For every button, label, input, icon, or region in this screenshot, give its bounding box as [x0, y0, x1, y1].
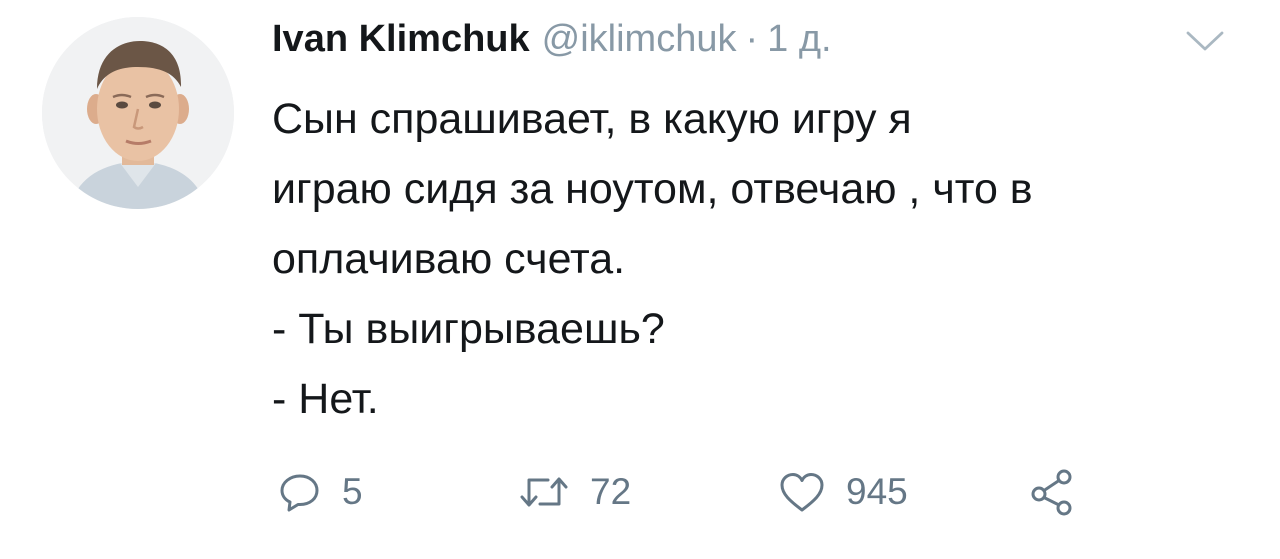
heart-icon: [780, 473, 824, 512]
tweet-text: Сын спрашивает, в какую игру я играю сид…: [272, 84, 1252, 434]
action-bar: 5 72 945: [272, 462, 1092, 522]
share-button[interactable]: [1028, 462, 1076, 522]
share-icon: [1031, 469, 1072, 516]
retweet-count: 72: [590, 471, 632, 512]
like-count: 945: [846, 471, 908, 512]
tweet-text-line: Сын спрашивает, в какую игру я: [272, 95, 912, 143]
retweet-icon: [520, 477, 568, 507]
like-button[interactable]: 945: [778, 462, 908, 522]
header-separator: ·: [745, 18, 759, 60]
tweet-header: Ivan Klimchuk @iklimchuk · 1 д.: [272, 18, 832, 72]
reply-count: 5: [342, 471, 363, 512]
author-handle[interactable]: @iklimchuk: [542, 18, 737, 61]
avatar[interactable]: [42, 17, 234, 209]
timestamp[interactable]: 1 д.: [767, 18, 831, 61]
reply-button[interactable]: 5: [278, 462, 363, 522]
reply-icon: [280, 474, 319, 512]
avatar-photo: [42, 17, 234, 209]
tweet-text-line: оплачиваю счета.: [272, 235, 626, 283]
author-name[interactable]: Ivan Klimchuk: [272, 18, 530, 61]
tweet-text-line: - Нет.: [272, 375, 379, 423]
tweet-text-line: играю сидя за ноутом, отвечаю , что в: [272, 165, 1033, 213]
tweet: Ivan Klimchuk @iklimchuk · 1 д. Сын спра…: [0, 0, 1280, 559]
chevron-down-icon[interactable]: [1184, 26, 1226, 56]
tweet-text-line: - Ты выигрываешь?: [272, 305, 665, 353]
retweet-button[interactable]: 72: [518, 462, 631, 522]
